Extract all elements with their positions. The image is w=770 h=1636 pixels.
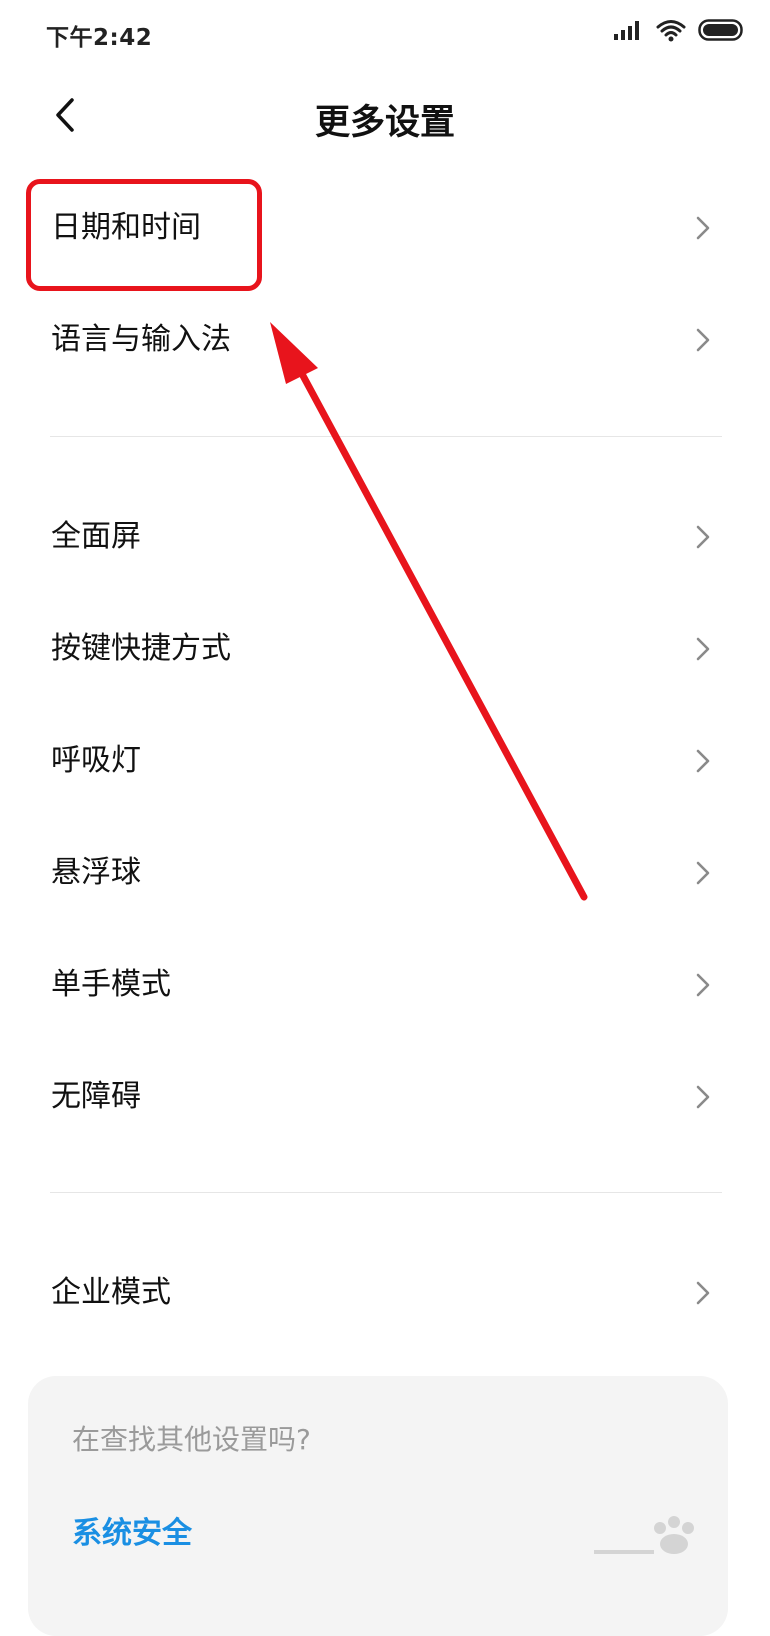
chevron-right-icon <box>696 973 710 997</box>
row-label: 单手模式 <box>51 967 171 1002</box>
wifi-icon <box>656 18 686 46</box>
row-label: 语言与输入法 <box>51 322 231 357</box>
search-suggestion-prompt: 在查找其他设置吗? <box>72 1423 311 1456</box>
settings-row-floating-ball[interactable]: 悬浮球 <box>0 817 770 929</box>
search-suggestion-card: 在查找其他设置吗? 系统安全 <box>28 1376 728 1636</box>
section-divider <box>50 1192 722 1193</box>
settings-row-enterprise-mode[interactable]: 企业模式 <box>0 1237 770 1349</box>
chevron-right-icon <box>696 525 710 549</box>
page-title: 更多设置 <box>314 103 455 143</box>
row-label: 按键快捷方式 <box>51 631 231 666</box>
chevron-right-icon <box>696 216 710 240</box>
signal-icon <box>614 19 644 45</box>
settings-row-notification-light[interactable]: 呼吸灯 <box>0 705 770 817</box>
system-security-link[interactable]: 系统安全 <box>72 1508 192 1552</box>
status-time: 下午2:42 <box>46 25 153 51</box>
row-label: 企业模式 <box>51 1275 171 1310</box>
row-label: 全面屏 <box>51 519 141 554</box>
row-label: 呼吸灯 <box>51 743 141 778</box>
chevron-right-icon <box>696 1085 710 1109</box>
chevron-right-icon <box>696 328 710 352</box>
settings-row-one-handed-mode[interactable]: 单手模式 <box>0 929 770 1041</box>
settings-row-language-input[interactable]: 语言与输入法 <box>0 284 770 396</box>
status-bar: 下午2:42 <box>0 0 770 64</box>
settings-row-date-time[interactable]: 日期和时间 <box>0 172 770 284</box>
chevron-right-icon <box>696 637 710 661</box>
status-icons <box>614 18 746 46</box>
chevron-right-icon <box>696 861 710 885</box>
section-divider <box>50 436 722 437</box>
settings-row-button-shortcuts[interactable]: 按键快捷方式 <box>0 593 770 705</box>
chevron-right-icon <box>696 749 710 773</box>
chevron-right-icon <box>696 1281 710 1305</box>
row-label: 无障碍 <box>51 1079 141 1114</box>
settings-row-accessibility[interactable]: 无障碍 <box>0 1041 770 1153</box>
header: 更多设置 <box>0 78 770 158</box>
battery-icon <box>698 18 746 46</box>
row-label: 日期和时间 <box>51 210 201 245</box>
row-label: 悬浮球 <box>51 855 141 890</box>
settings-row-full-screen[interactable]: 全面屏 <box>0 481 770 593</box>
